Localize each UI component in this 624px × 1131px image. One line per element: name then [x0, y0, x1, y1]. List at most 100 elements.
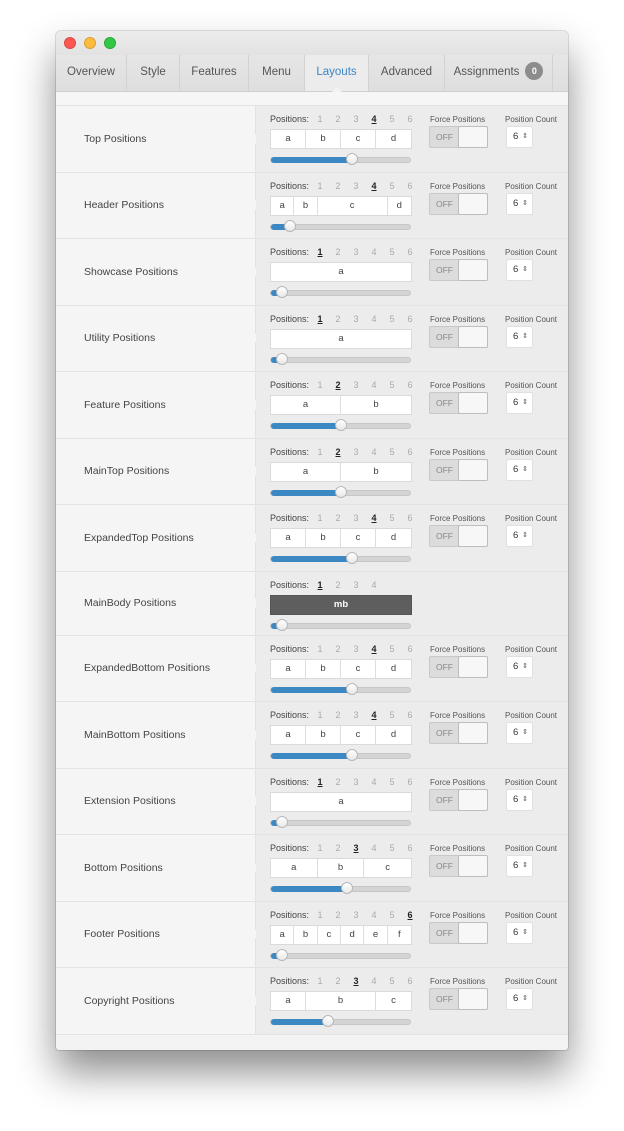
force-positions-toggle[interactable]: OFF	[429, 192, 488, 215]
force-positions-toggle[interactable]: OFF	[429, 655, 488, 678]
force-positions-toggle[interactable]: OFF	[429, 921, 488, 944]
positions-option[interactable]: 3	[347, 247, 365, 257]
positions-option[interactable]: 4	[365, 513, 383, 523]
positions-option[interactable]: 1	[311, 114, 329, 124]
positions-option[interactable]: 1	[311, 710, 329, 720]
layout-slider[interactable]	[270, 749, 411, 761]
tab-style[interactable]: Style	[127, 55, 180, 91]
position-cell[interactable]: d	[341, 925, 365, 944]
positions-option[interactable]: 5	[383, 380, 401, 390]
position-cell[interactable]: a	[271, 130, 306, 148]
positions-option[interactable]: 6	[401, 910, 419, 920]
layout-slider[interactable]	[270, 1015, 411, 1027]
position-cell[interactable]: d	[376, 660, 411, 678]
positions-option[interactable]: 1	[311, 447, 329, 457]
positions-option[interactable]: 1	[311, 181, 329, 191]
positions-option[interactable]: 4	[365, 247, 383, 257]
positions-option[interactable]: 4	[365, 644, 383, 654]
positions-option[interactable]: 5	[383, 710, 401, 720]
force-positions-toggle[interactable]: OFF	[429, 855, 488, 877]
position-count-select[interactable]: 6 ⇕	[506, 392, 533, 414]
position-cell[interactable]: a	[271, 263, 411, 281]
positions-option[interactable]: 4	[365, 777, 383, 787]
position-cell[interactable]: c	[341, 659, 376, 678]
slider-handle[interactable]	[345, 153, 358, 165]
positions-option[interactable]: 4	[365, 843, 383, 853]
tab-assignments[interactable]: Assignments 0	[445, 55, 553, 91]
slider-handle[interactable]	[276, 352, 289, 365]
positions-option[interactable]: 3	[347, 181, 365, 191]
position-cell[interactable]: a	[271, 793, 411, 811]
position-cell[interactable]: a	[271, 462, 341, 481]
positions-option[interactable]: 1	[311, 580, 329, 590]
close-window-button[interactable]	[64, 37, 76, 49]
position-cell[interactable]: a	[271, 396, 341, 414]
positions-option[interactable]: 6	[401, 777, 419, 787]
positions-option[interactable]: 6	[401, 114, 419, 124]
positions-option[interactable]: 3	[347, 976, 365, 986]
position-cell[interactable]: b	[294, 925, 318, 944]
position-count-select[interactable]: 6 ⇕	[506, 921, 533, 944]
position-count-select[interactable]: 6 ⇕	[506, 988, 533, 1010]
positions-option[interactable]: 3	[347, 513, 365, 523]
slider-handle[interactable]	[345, 749, 358, 761]
positions-option[interactable]: 3	[347, 644, 365, 654]
position-cell[interactable]: a	[271, 992, 306, 1010]
slider-handle[interactable]	[276, 286, 289, 298]
layout-slider[interactable]	[270, 882, 411, 894]
layout-slider[interactable]	[270, 618, 411, 631]
positions-option[interactable]: 1	[311, 314, 329, 324]
position-cell[interactable]: b	[318, 859, 365, 877]
position-cell[interactable]: a	[271, 859, 318, 877]
positions-option[interactable]: 4	[365, 114, 383, 124]
positions-option[interactable]: 3	[347, 843, 365, 853]
positions-option[interactable]: 2	[329, 447, 347, 457]
position-cell[interactable]: a	[271, 925, 295, 944]
force-positions-toggle[interactable]: OFF	[429, 325, 488, 348]
position-cell[interactable]: d	[376, 130, 411, 148]
force-positions-toggle[interactable]: OFF	[429, 788, 488, 811]
position-cell[interactable]: a	[271, 196, 295, 215]
positions-option[interactable]: 2	[329, 314, 347, 324]
slider-handle[interactable]	[345, 682, 358, 695]
position-count-select[interactable]: 6 ⇕	[506, 259, 533, 281]
slider-handle[interactable]	[276, 948, 289, 961]
positions-option[interactable]: 4	[365, 447, 383, 457]
force-positions-toggle[interactable]: OFF	[429, 392, 488, 414]
positions-option[interactable]: 5	[383, 843, 401, 853]
positions-option[interactable]: 2	[329, 777, 347, 787]
position-count-select[interactable]: 6 ⇕	[506, 788, 533, 811]
positions-option[interactable]: 3	[347, 380, 365, 390]
position-count-select[interactable]: 6 ⇕	[506, 325, 533, 348]
positions-option[interactable]: 2	[329, 843, 347, 853]
position-cell[interactable]: b	[341, 396, 411, 414]
position-cell[interactable]: a	[271, 529, 306, 547]
positions-option[interactable]: 1	[311, 910, 329, 920]
positions-option[interactable]: 6	[401, 513, 419, 523]
positions-option[interactable]: 6	[401, 181, 419, 191]
position-cell[interactable]: a	[271, 330, 411, 348]
positions-option[interactable]: 2	[329, 910, 347, 920]
position-cell[interactable]: e	[364, 925, 388, 944]
position-cell[interactable]: c	[318, 925, 341, 944]
layout-slider[interactable]	[270, 815, 411, 828]
positions-option[interactable]: 3	[347, 314, 365, 324]
force-positions-toggle[interactable]: OFF	[429, 259, 488, 281]
slider-handle[interactable]	[321, 1015, 334, 1027]
position-count-select[interactable]: 6 ⇕	[506, 192, 533, 215]
zoom-window-button[interactable]	[104, 37, 116, 49]
positions-option[interactable]: 6	[401, 314, 419, 324]
positions-option[interactable]: 4	[365, 580, 383, 590]
positions-option[interactable]: 4	[365, 910, 383, 920]
positions-option[interactable]: 1	[311, 380, 329, 390]
position-cell[interactable]: a	[271, 659, 306, 678]
position-cell[interactable]: b	[306, 529, 341, 547]
slider-handle[interactable]	[276, 618, 289, 631]
positions-option[interactable]: 6	[401, 843, 419, 853]
slider-handle[interactable]	[334, 419, 347, 431]
force-positions-toggle[interactable]: OFF	[429, 988, 488, 1010]
slider-handle[interactable]	[341, 882, 354, 894]
positions-option[interactable]: 3	[347, 910, 365, 920]
tab-advanced[interactable]: Advanced	[369, 55, 445, 91]
position-cell[interactable]: d	[376, 529, 411, 547]
